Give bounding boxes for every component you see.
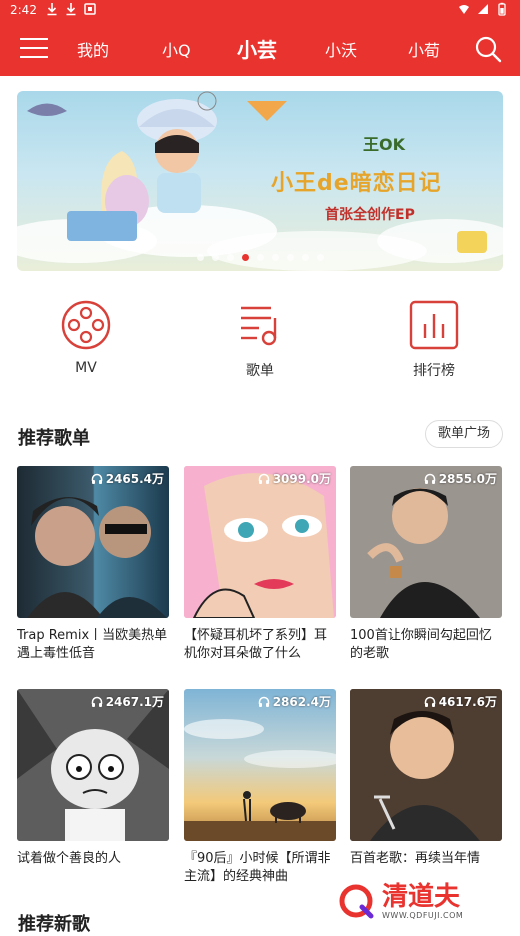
- status-notification-icons: [46, 2, 96, 16]
- carousel-dot[interactable]: [211, 254, 219, 261]
- playlist-cover: 2855.0万: [350, 466, 502, 618]
- carousel-dot[interactable]: [271, 254, 279, 261]
- playlist-title: 100首让你瞬间勾起回忆的老歌: [350, 628, 492, 661]
- carousel-dot[interactable]: [316, 254, 324, 261]
- play-count: 2862.4万: [258, 693, 331, 710]
- play-count: 2465.4万: [91, 470, 164, 487]
- play-count: 2855.0万: [424, 470, 497, 487]
- playlist-card[interactable]: 2467.1万 试着做个善良的人: [17, 689, 169, 886]
- watermark-url: WWW.QDFUJI.COM: [382, 910, 464, 920]
- film-reel-icon: [61, 300, 111, 350]
- charts-label: 排行榜: [413, 363, 455, 379]
- download-icon: [47, 3, 57, 16]
- search-icon[interactable]: [474, 35, 502, 63]
- headphone-icon: [91, 696, 102, 707]
- signal-icon: [478, 4, 488, 14]
- tab-xiaowo[interactable]: 小沃: [325, 37, 357, 61]
- playlist-cover: 2465.4万: [17, 466, 169, 618]
- chart-icon: [409, 300, 459, 350]
- cover-art: [367, 488, 480, 618]
- playlist-icon: [241, 306, 277, 346]
- play-count-value: 2465.4万: [105, 472, 164, 486]
- carousel-dot[interactable]: [241, 254, 249, 261]
- playlist-card[interactable]: 2862.4万 『90后』小时候【所谓非主流】的经典神曲: [184, 689, 336, 886]
- playlist-cover: 2467.1万: [17, 689, 169, 841]
- watermark: 清道夫 WWW.QDFUJI.COM: [320, 876, 520, 926]
- playlist-title: 『90后』小时候【所谓非主流】的经典神曲: [184, 851, 331, 884]
- cover-art: [17, 689, 169, 841]
- battery-icon: [498, 2, 506, 16]
- playlist-cover: 2862.4万: [184, 689, 336, 841]
- playlist-card[interactable]: 4617.6万 百首老歌：再续当年情: [350, 689, 502, 886]
- menu-icon: [20, 47, 48, 49]
- app-notification-icon: [84, 3, 96, 15]
- play-count-value: 2862.4万: [272, 695, 331, 709]
- play-count: 3099.0万: [258, 470, 331, 487]
- carousel-dot[interactable]: [301, 254, 309, 261]
- download-icon: [66, 3, 76, 16]
- banner-subtitle: 首张全创作EP: [325, 207, 415, 223]
- playlist-card[interactable]: 3099.0万 【怀疑耳机坏了系列】耳机你对耳朵做了什么: [184, 466, 336, 663]
- headphone-icon: [91, 473, 102, 484]
- brand-logo-icon: [339, 884, 374, 919]
- playlist-title: 【怀疑耳机坏了系列】耳机你对耳朵做了什么: [184, 628, 328, 661]
- playlist-button[interactable]: 歌单: [200, 300, 320, 380]
- headphone-icon: [258, 696, 269, 707]
- playlist-label: 歌单: [246, 363, 274, 379]
- cover-art: [184, 719, 336, 841]
- play-count: 2467.1万: [91, 693, 164, 710]
- headphone-icon: [258, 473, 269, 484]
- tab-xiaoxun[interactable]: 小荀: [408, 37, 440, 61]
- tab-xiaoq[interactable]: 小Q: [162, 37, 191, 61]
- status-time: 2:42: [10, 3, 37, 17]
- charts-button[interactable]: 排行榜: [374, 300, 494, 380]
- mv-label: MV: [75, 360, 97, 376]
- status-bar: 2:42: [0, 0, 520, 22]
- carousel-indicator: [17, 254, 503, 261]
- wifi-icon: [459, 5, 469, 14]
- banner-carousel[interactable]: 王OK 小王de暗恋日记 首张全创作EP: [17, 91, 503, 271]
- playlist-card[interactable]: 2855.0万 100首让你瞬间勾起回忆的老歌: [350, 466, 502, 663]
- watermark-brand: 清道夫: [382, 881, 461, 912]
- menu-button[interactable]: [20, 36, 50, 62]
- menu-icon: [20, 38, 48, 40]
- playlist-title: Trap Remix丨当欧美热单遇上毒性低音: [17, 628, 168, 661]
- section-title-new-songs: 推荐新歌: [18, 914, 90, 935]
- play-count-value: 2855.0万: [438, 472, 497, 486]
- playlist-title: 试着做个善良的人: [17, 851, 122, 866]
- cover-art: [27, 497, 167, 618]
- carousel-dot[interactable]: [256, 254, 264, 261]
- carousel-dot[interactable]: [286, 254, 294, 261]
- play-count: 4617.6万: [424, 693, 497, 710]
- banner-title: 小王de暗恋日记: [271, 171, 442, 196]
- play-count-value: 4617.6万: [438, 695, 497, 709]
- carousel-dot[interactable]: [196, 254, 204, 261]
- carousel-dot[interactable]: [226, 254, 234, 261]
- tab-mine[interactable]: 我的: [77, 37, 109, 61]
- playlist-card[interactable]: 2465.4万 Trap Remix丨当欧美热单遇上毒性低音: [17, 466, 169, 663]
- play-count-value: 2467.1万: [105, 695, 164, 709]
- section-title-recommend: 推荐歌单: [18, 428, 90, 449]
- status-system-icons: [458, 2, 508, 16]
- cover-art: [350, 689, 502, 841]
- cover-art: [184, 466, 336, 618]
- play-count-value: 3099.0万: [272, 472, 331, 486]
- playlist-cover: 3099.0万: [184, 466, 336, 618]
- headphone-icon: [424, 696, 435, 707]
- playlist-cover: 4617.6万: [350, 689, 502, 841]
- tab-xiaoyun[interactable]: 小芸: [237, 34, 277, 63]
- top-nav-bar: 我的 小Q 小芸 小沃 小荀: [0, 22, 520, 76]
- nav-tabs: 我的 小Q 小芸 小沃 小荀: [60, 22, 460, 76]
- menu-icon: [20, 56, 48, 58]
- playlist-plaza-button[interactable]: 歌单广场: [425, 420, 503, 448]
- banner-artist: 王OK: [363, 135, 406, 154]
- mv-button[interactable]: MV: [26, 300, 146, 376]
- headphone-icon: [424, 473, 435, 484]
